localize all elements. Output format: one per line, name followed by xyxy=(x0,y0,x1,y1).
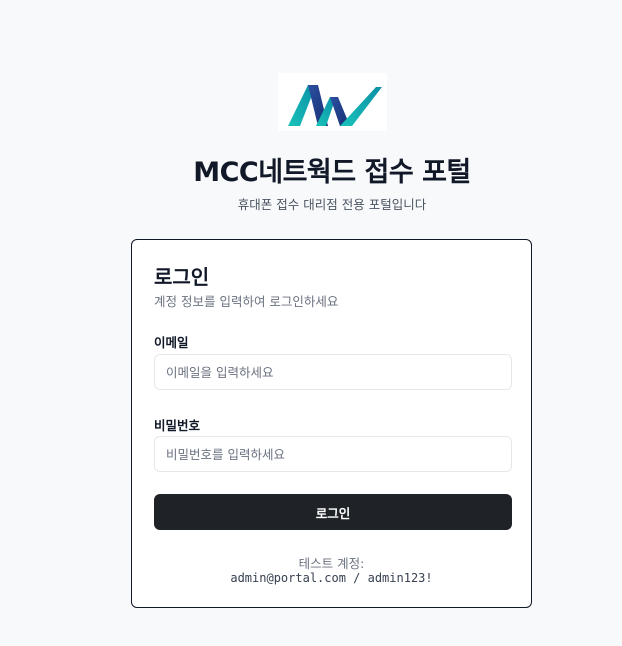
test-account-label: 테스트 계정: xyxy=(298,556,365,571)
login-card-title: 로그인 xyxy=(154,265,210,289)
login-card-description: 계정 정보를 입력하여 로그인하세요 xyxy=(154,294,339,309)
test-account-credentials: admin@portal.com / admin123! xyxy=(230,571,433,585)
login-page: MCC네트웍드 접수 포털 휴대폰 접수 대리점 전용 포털입니다 로그인 계정… xyxy=(0,0,622,646)
logo-graphic xyxy=(288,85,382,126)
login-card: 로그인 계정 정보를 입력하여 로그인하세요 이메일 비밀번호 로그인 테스트 … xyxy=(131,239,532,608)
email-label: 이메일 xyxy=(154,335,189,350)
password-label: 비밀번호 xyxy=(154,418,201,433)
page-subtitle: 휴대폰 접수 대리점 전용 포털입니다 xyxy=(237,197,427,212)
mcc-logo xyxy=(278,73,387,131)
login-button[interactable]: 로그인 xyxy=(154,494,512,530)
password-field[interactable] xyxy=(154,436,512,472)
email-field[interactable] xyxy=(154,354,512,390)
page-title: MCC네트웍드 접수 포털 xyxy=(193,157,471,188)
